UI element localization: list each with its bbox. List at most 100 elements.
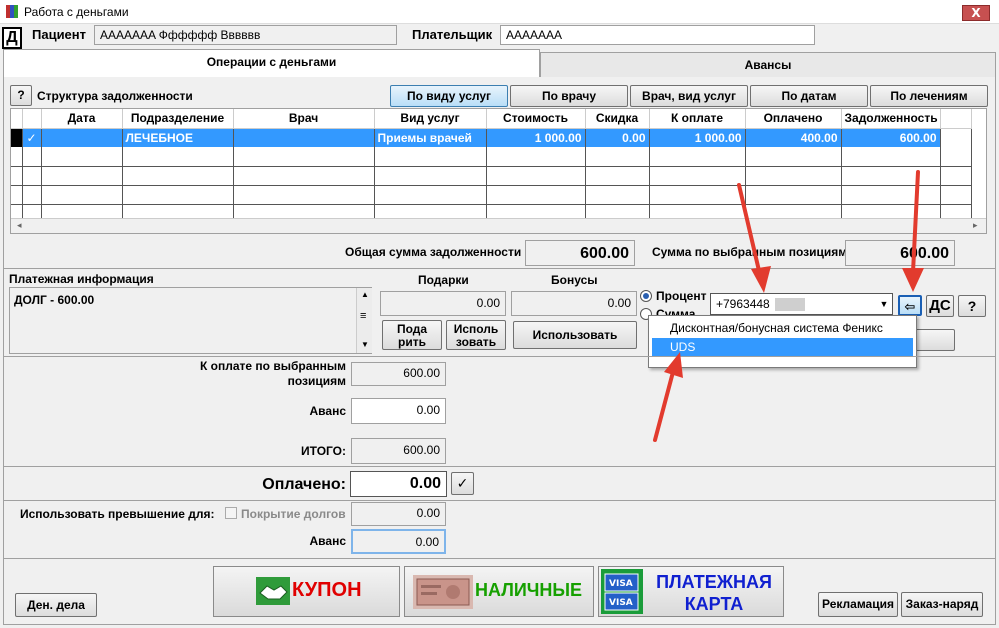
cell-discount: 0.00 xyxy=(585,128,650,148)
selected-sum-field: 600.00 xyxy=(845,240,955,266)
cell-debt: 600.00 xyxy=(841,128,941,148)
scroll-thumb-icon[interactable]: ≡ xyxy=(360,310,366,322)
scroll-up-icon[interactable]: ▲ xyxy=(361,290,369,299)
total-debt-field: 600.00 xyxy=(525,240,635,266)
give-gift-label-2: рить xyxy=(398,335,426,349)
paid-label: Оплачено: xyxy=(262,476,346,493)
filter-by-dates-button[interactable]: По датам xyxy=(750,85,868,107)
close-button[interactable]: X xyxy=(962,5,990,21)
to-pay-field: 600.00 xyxy=(351,362,446,386)
back-arrow-button[interactable]: ⇦ xyxy=(898,295,922,316)
filter-by-service-button[interactable]: По виду услуг xyxy=(390,85,508,107)
overpay-advance-label: Аванс xyxy=(309,534,346,548)
col-service-type[interactable]: Вид услуг xyxy=(374,109,487,129)
payer-field[interactable]: АААААAA xyxy=(500,25,815,45)
scroll-down-icon[interactable]: ▼ xyxy=(361,340,369,349)
help-button[interactable]: ? xyxy=(958,295,986,317)
advance-label: Аванс xyxy=(309,404,346,418)
phone-combo[interactable]: +7963448 ▼ xyxy=(710,293,893,315)
advance-field[interactable]: 0.00 xyxy=(351,398,446,424)
patient-label: Пациент xyxy=(32,27,87,42)
col-to-pay[interactable]: К оплате xyxy=(649,109,746,129)
dropdown-option-uds[interactable]: UDS xyxy=(652,338,913,357)
app-icon xyxy=(6,5,18,18)
debt-grid: Дата Подразделение Врач Вид услуг Стоимо… xyxy=(10,108,987,234)
card-label-2: КАРТА xyxy=(684,594,744,614)
coupon-button[interactable]: КУПОН xyxy=(213,566,400,617)
payer-label: Плательщик xyxy=(412,27,493,42)
divider xyxy=(4,356,995,357)
to-pay-label: К оплате по выбранным позициям xyxy=(200,359,346,388)
coupon-label: КУПОН xyxy=(292,579,362,601)
payment-info-text: ДОЛГ - 600.00 xyxy=(14,293,95,307)
row-check[interactable]: ✓ xyxy=(22,128,42,148)
cell-service-type: Приемы врачей xyxy=(374,128,487,148)
cash-button[interactable]: НАЛИЧНЫЕ xyxy=(404,566,594,617)
cell-department: ЛЕЧЕБНОЕ xyxy=(122,128,234,148)
window-titlebar xyxy=(0,0,999,24)
cell-cost: 1 000.00 xyxy=(486,128,586,148)
overpay-advance-field[interactable]: 0.00 xyxy=(351,529,446,554)
cover-debt-label: Покрытие долгов xyxy=(241,507,346,521)
col-doctor[interactable]: Врач xyxy=(233,109,375,129)
card-button[interactable]: VISA VISA ПЛАТЕЖНАЯ КАРТА xyxy=(598,566,784,617)
scroll-right-icon[interactable]: ▸ xyxy=(973,220,978,231)
complaint-button[interactable]: Рекламация xyxy=(818,592,898,617)
d-badge[interactable]: Д xyxy=(2,27,22,49)
scroll-left-icon[interactable]: ◂ xyxy=(17,220,22,231)
cell-date xyxy=(41,128,123,148)
paid-field[interactable]: 0.00 xyxy=(350,471,447,497)
card-label-1: ПЛАТЕЖНАЯ xyxy=(656,572,772,592)
divider xyxy=(4,268,995,269)
col-cost[interactable]: Стоимость xyxy=(486,109,586,129)
card-label: ПЛАТЕЖНАЯ КАРТА xyxy=(651,571,777,615)
back-arrow-icon: ⇦ xyxy=(904,299,916,314)
payment-info-label: Платежная информация xyxy=(9,272,154,286)
col-paid[interactable]: Оплачено xyxy=(745,109,842,129)
phone-blur xyxy=(775,298,806,312)
filter-by-doctor-button[interactable]: По врачу xyxy=(510,85,628,107)
hidden-button[interactable] xyxy=(913,329,955,351)
table-row-empty xyxy=(11,147,972,167)
work-order-button[interactable]: Заказ-наряд xyxy=(901,592,983,617)
money-affairs-button[interactable]: Ден. дела xyxy=(15,593,97,617)
handshake-icon xyxy=(256,577,290,605)
cover-debt-field: 0.00 xyxy=(351,502,446,526)
table-row[interactable]: ✓ ЛЕЧЕБНОЕ Приемы врачей 1 000.00 0.00 1… xyxy=(11,128,972,148)
divider xyxy=(4,500,995,501)
filter-doctor-service-button[interactable]: Врач, вид услуг xyxy=(630,85,748,107)
total-field: 600.00 xyxy=(351,438,446,464)
payment-info-scrollbar[interactable]: ▲ ≡ ▼ xyxy=(356,288,372,353)
confirm-paid-button[interactable]: ✓ xyxy=(451,472,474,495)
col-debt[interactable]: Задолженность xyxy=(841,109,941,129)
patient-field: АААААAA Фффффф Вввввв xyxy=(94,25,397,45)
credit-card-icon: VISA VISA xyxy=(601,569,643,614)
ds-button[interactable]: ДС xyxy=(926,295,954,317)
cell-paid: 400.00 xyxy=(745,128,842,148)
give-gift-button[interactable]: Пода рить xyxy=(382,320,442,350)
horizontal-scrollbar[interactable]: ◂ ▸ xyxy=(11,218,986,233)
use-bonus-button[interactable]: Использовать xyxy=(513,321,637,349)
tab-money-operations[interactable]: Операции с деньгами xyxy=(3,49,540,78)
col-date[interactable]: Дата xyxy=(41,109,123,129)
payment-info-box: ДОЛГ - 600.00 ▲ ≡ ▼ xyxy=(9,287,372,354)
radio-percent-label: Процент xyxy=(656,289,707,303)
radio-percent[interactable] xyxy=(640,290,652,302)
table-row-empty xyxy=(11,166,972,186)
col-discount[interactable]: Скидка xyxy=(585,109,650,129)
overpay-label: Использовать превышение для: xyxy=(20,507,215,521)
table-row-empty xyxy=(11,185,972,205)
divider xyxy=(4,466,995,467)
structure-label: Структура задолженности xyxy=(37,89,193,103)
tab-advances[interactable]: Авансы xyxy=(540,52,996,78)
chevron-down-icon[interactable]: ▼ xyxy=(877,296,891,312)
col-department[interactable]: Подразделение xyxy=(122,109,234,129)
dropdown-option-feniks[interactable]: Дисконтная/бонусная система Феникс xyxy=(652,319,913,338)
window-title: Работа с деньгами xyxy=(24,5,129,19)
cover-debt-checkbox[interactable] xyxy=(225,507,237,519)
structure-help-button[interactable]: ? xyxy=(10,85,32,106)
use-gift-button[interactable]: Исполь зовать xyxy=(446,320,506,350)
gifts-field: 0.00 xyxy=(380,291,506,316)
gifts-label: Подарки xyxy=(418,273,469,287)
filter-by-treatments-button[interactable]: По лечениям xyxy=(870,85,988,107)
